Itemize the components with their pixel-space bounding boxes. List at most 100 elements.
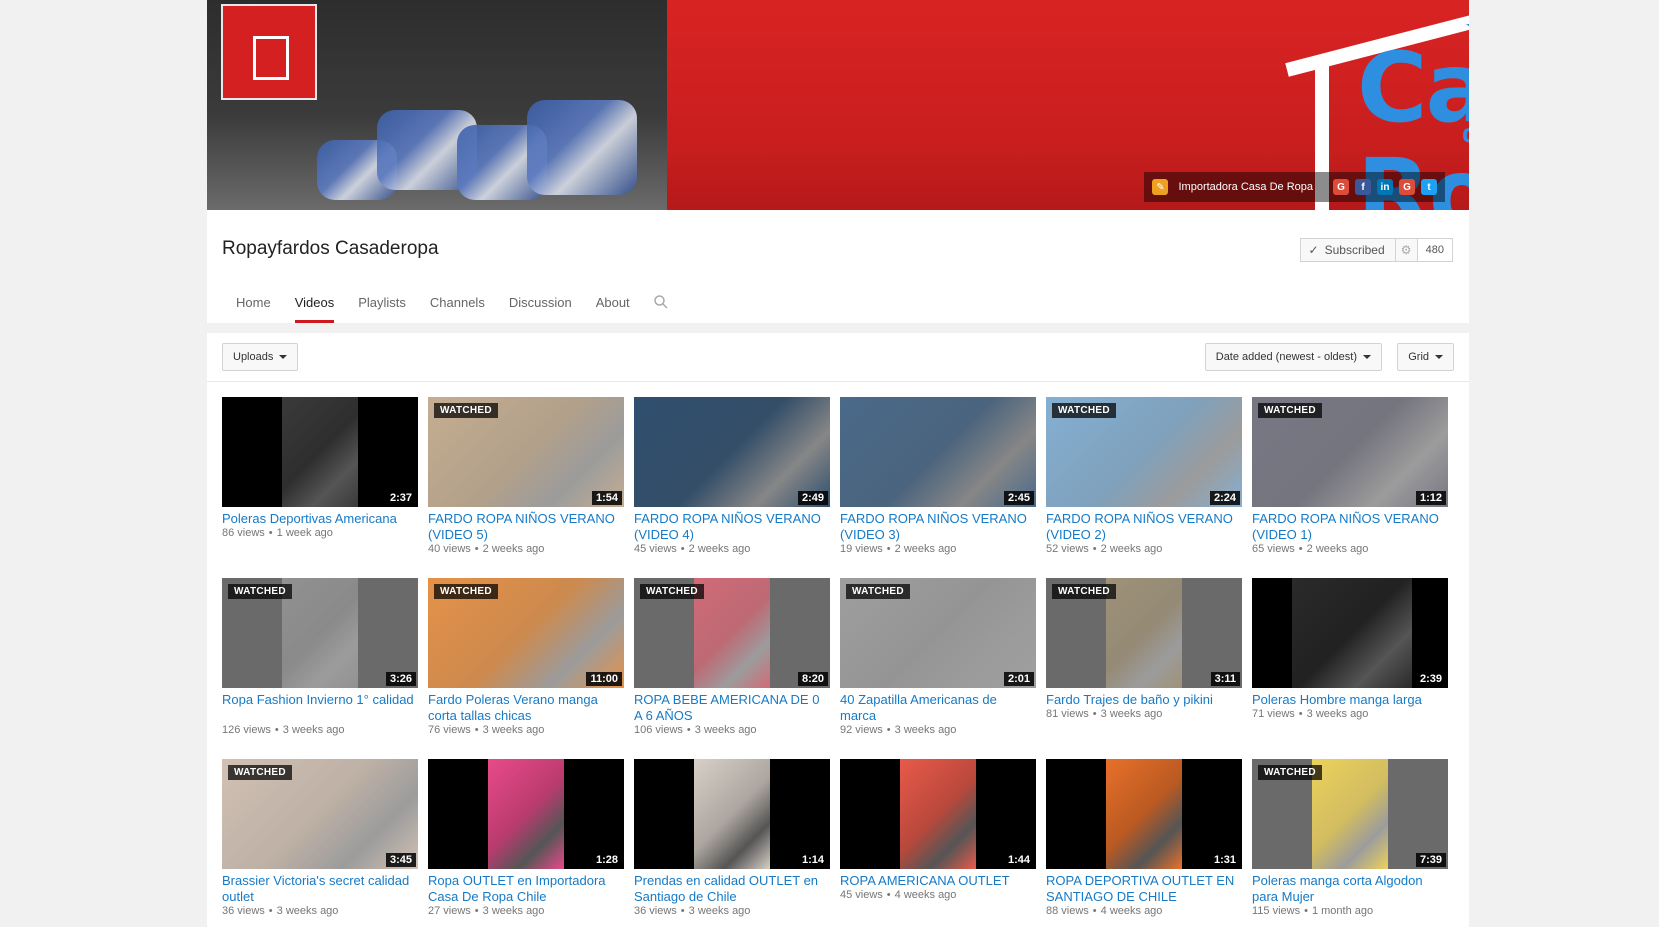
video-thumbnail[interactable]: 2:37: [222, 397, 418, 507]
facebook-icon[interactable]: f: [1355, 179, 1371, 195]
video-meta: 40 views • 2 weeks ago: [428, 543, 544, 555]
video-title[interactable]: FARDO ROPA NIÑOS VERANO (VIDEO 4): [634, 511, 830, 543]
twitter-icon[interactable]: t: [1421, 179, 1437, 195]
video-duration: 2:49: [797, 491, 828, 505]
video-card[interactable]: WATCHED 7:39 Poleras manga corta Algodon p…: [1252, 759, 1448, 927]
video-thumbnail[interactable]: 1:44: [840, 759, 1036, 869]
subscribed-button[interactable]: ✓ Subscribed: [1299, 238, 1396, 262]
google-plus-icon[interactable]: G: [1399, 179, 1415, 195]
tab-about[interactable]: About: [584, 295, 642, 323]
video-thumbnail[interactable]: WATCHED 11:00: [428, 578, 624, 688]
view-count: 45 views: [840, 889, 883, 901]
website-link-icon[interactable]: ✎: [1152, 179, 1169, 195]
watched-badge: WATCHED: [1052, 584, 1116, 599]
channel-title[interactable]: Ropayfardos Casaderopa: [222, 238, 439, 260]
channel-search-icon[interactable]: [642, 295, 680, 323]
video-duration: 1:31: [1209, 853, 1240, 867]
video-meta: 126 views • 3 weeks ago: [222, 724, 345, 736]
video-card[interactable]: 1:44 ROPA AMERICANA OUTLET 45 views • 4 week…: [840, 759, 1036, 927]
video-duration: 11:00: [586, 672, 622, 686]
video-card[interactable]: WATCHED 3:11 Fardo Trajes de baño y pikini…: [1046, 578, 1242, 748]
meta-separator: •: [886, 724, 891, 736]
video-thumbnail[interactable]: WATCHED 3:26: [222, 578, 418, 688]
video-title[interactable]: FARDO ROPA NIÑOS VERANO (VIDEO 5): [428, 511, 624, 543]
banner-link-text[interactable]: Importadora Casa De Ropa: [1178, 181, 1313, 193]
video-card[interactable]: WATCHED 8:20 ROPA BEBE AMERICANA DE 0 A 6 …: [634, 578, 830, 748]
sort-dropdown[interactable]: Date added (newest - oldest): [1204, 343, 1382, 371]
video-title[interactable]: Ropa OUTLET en Importadora Casa De Ropa …: [428, 873, 624, 905]
video-card[interactable]: WATCHED 3:45 Brassier Victoria's secret ca…: [222, 759, 418, 927]
video-title[interactable]: ROPA DEPORTIVA OUTLET EN SANTIAGO DE CHI…: [1046, 873, 1242, 905]
view-count: 71 views: [1252, 708, 1295, 720]
thumbnail-image: [282, 397, 358, 507]
video-thumbnail[interactable]: WATCHED 1:54: [428, 397, 624, 507]
video-title[interactable]: Fardo Trajes de baño y pikini: [1046, 692, 1242, 708]
upload-age: 3 weeks ago: [482, 905, 545, 917]
tab-playlists[interactable]: Playlists: [346, 295, 418, 323]
video-thumbnail[interactable]: WATCHED 8:20: [634, 578, 830, 688]
video-title[interactable]: FARDO ROPA NIÑOS VERANO (VIDEO 2): [1046, 511, 1242, 543]
thumbnail-image: [488, 759, 564, 869]
video-card[interactable]: 2:39 Poleras Hombre manga larga 71 views • 3…: [1252, 578, 1448, 748]
checkmark-icon: ✓: [1308, 243, 1319, 257]
video-title[interactable]: Poleras Hombre manga larga: [1252, 692, 1448, 708]
videos-content: Uploads Date added (newest - oldest) Gri…: [207, 333, 1469, 927]
video-thumbnail[interactable]: WATCHED 3:45: [222, 759, 418, 869]
video-card[interactable]: 1:14 Prendas en calidad OUTLET en Santiag…: [634, 759, 830, 927]
video-thumbnail[interactable]: 2:39: [1252, 578, 1448, 688]
video-card[interactable]: 1:31 ROPA DEPORTIVA OUTLET EN SANTIAGO DE…: [1046, 759, 1242, 927]
video-title[interactable]: 40 Zapatilla Americanas de marca: [840, 692, 1036, 724]
tab-channels[interactable]: Channels: [418, 295, 497, 323]
video-thumbnail[interactable]: WATCHED 3:11: [1046, 578, 1242, 688]
video-thumbnail[interactable]: WATCHED 2:01: [840, 578, 1036, 688]
video-title[interactable]: FARDO ROPA NIÑOS VERANO (VIDEO 1): [1252, 511, 1448, 543]
video-thumbnail[interactable]: WATCHED 7:39: [1252, 759, 1448, 869]
google-plus-icon[interactable]: G: [1333, 179, 1349, 195]
upload-age: 2 weeks ago: [1306, 543, 1369, 555]
video-title[interactable]: Fardo Poleras Verano manga corta tallas …: [428, 692, 624, 724]
upload-age: 3 weeks ago: [482, 724, 545, 736]
tab-videos[interactable]: Videos: [283, 295, 347, 323]
banner-warehouse-photo: [207, 0, 667, 210]
video-meta: 81 views • 3 weeks ago: [1046, 708, 1162, 720]
video-thumbnail[interactable]: 1:28: [428, 759, 624, 869]
video-title[interactable]: Poleras manga corta Algodon para Mujer: [1252, 873, 1448, 905]
video-card[interactable]: WATCHED 2:01 40 Zapatilla Americanas de ma…: [840, 578, 1036, 748]
tab-home[interactable]: Home: [224, 295, 283, 323]
channel-banner: Casa de Ropa ✎ Importadora Casa De Ropa …: [207, 0, 1469, 210]
video-duration: 2:39: [1415, 672, 1446, 686]
upload-age: 2 weeks ago: [894, 543, 957, 555]
video-title[interactable]: Ropa Fashion Invierno 1° calidad: [222, 692, 418, 708]
tab-discussion[interactable]: Discussion: [497, 295, 584, 323]
uploads-dropdown[interactable]: Uploads: [222, 343, 299, 371]
chevron-down-icon: [279, 355, 288, 359]
linkedin-icon[interactable]: in: [1377, 179, 1393, 195]
subscription-settings-gear-icon[interactable]: ⚙: [1395, 238, 1418, 262]
video-thumbnail[interactable]: WATCHED 2:24: [1046, 397, 1242, 507]
video-thumbnail[interactable]: 1:31: [1046, 759, 1242, 869]
view-dropdown[interactable]: Grid: [1397, 343, 1454, 371]
sort-label: Date added (newest - oldest): [1215, 351, 1357, 363]
video-thumbnail[interactable]: WATCHED 1:12: [1252, 397, 1448, 507]
video-title[interactable]: FARDO ROPA NIÑOS VERANO (VIDEO 3): [840, 511, 1036, 543]
video-card[interactable]: 2:49 FARDO ROPA NIÑOS VERANO (VIDEO 4) 45 …: [634, 397, 830, 567]
video-card[interactable]: WATCHED 1:12 FARDO ROPA NIÑOS VERANO (VIDE…: [1252, 397, 1448, 567]
video-card[interactable]: 2:37 Poleras Deportivas Americana 86 views…: [222, 397, 418, 567]
video-thumbnail[interactable]: 2:49: [634, 397, 830, 507]
video-card[interactable]: WATCHED 2:24 FARDO ROPA NIÑOS VERANO (VIDE…: [1046, 397, 1242, 567]
upload-age: 3 weeks ago: [1100, 708, 1163, 720]
video-card[interactable]: WATCHED 1:54 FARDO ROPA NIÑOS VERANO (VIDE…: [428, 397, 624, 567]
video-title[interactable]: Poleras Deportivas Americana: [222, 511, 418, 527]
upload-age: 3 weeks ago: [282, 724, 345, 736]
video-thumbnail[interactable]: 2:45: [840, 397, 1036, 507]
video-card[interactable]: 1:28 Ropa OUTLET en Importadora Casa De R…: [428, 759, 624, 927]
video-card[interactable]: 2:45 FARDO ROPA NIÑOS VERANO (VIDEO 3) 19 …: [840, 397, 1036, 567]
video-card[interactable]: WATCHED 11:00 Fardo Poleras Verano manga c…: [428, 578, 624, 748]
video-title[interactable]: ROPA AMERICANA OUTLET: [840, 873, 1036, 889]
video-title[interactable]: Brassier Victoria's secret calidad outle…: [222, 873, 418, 905]
video-thumbnail[interactable]: 1:14: [634, 759, 830, 869]
view-count: 126 views: [222, 724, 271, 736]
video-title[interactable]: Prendas en calidad OUTLET en Santiago de…: [634, 873, 830, 905]
video-title[interactable]: ROPA BEBE AMERICANA DE 0 A 6 AÑOS: [634, 692, 830, 724]
video-card[interactable]: WATCHED 3:26 Ropa Fashion Invierno 1° cali…: [222, 578, 418, 748]
